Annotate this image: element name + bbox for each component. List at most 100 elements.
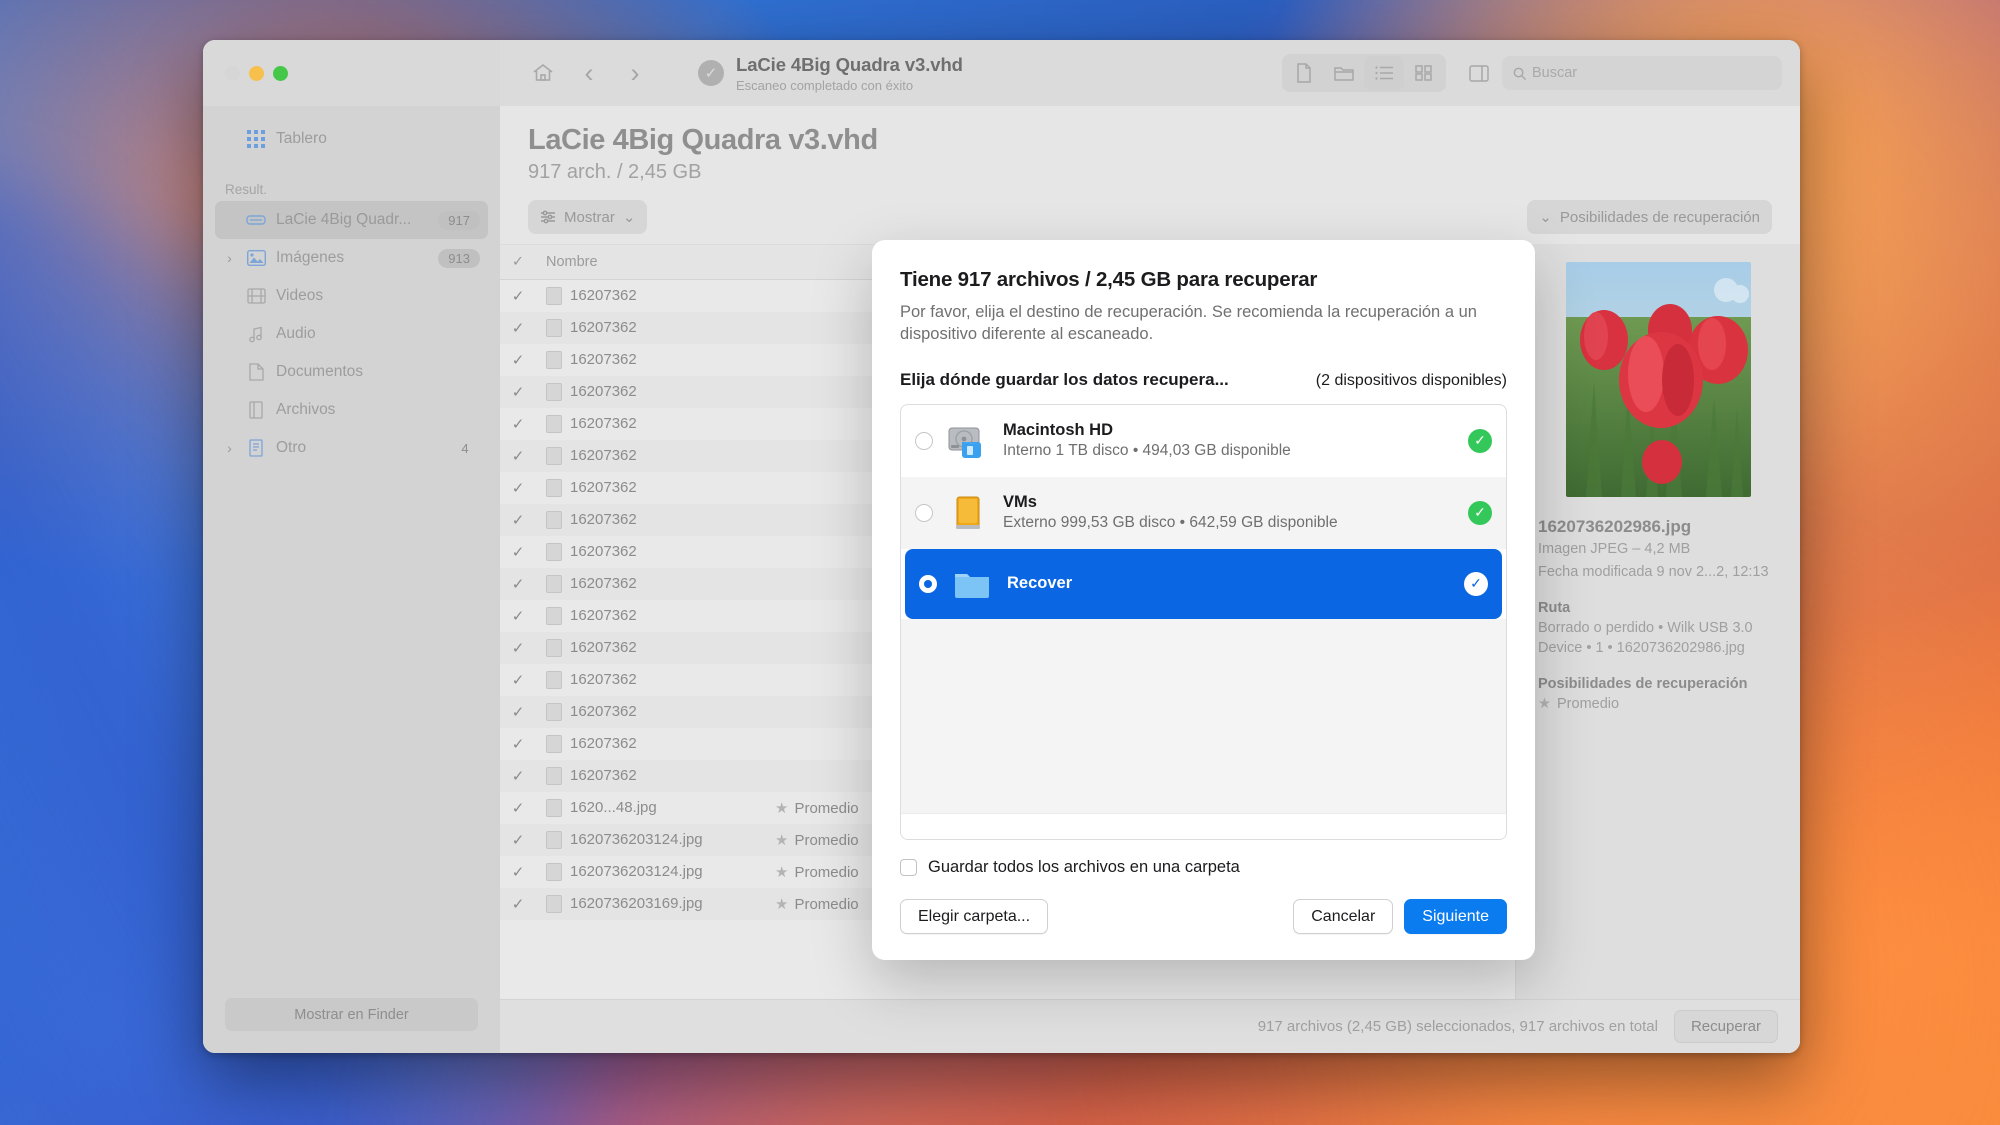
sidebar-item-audio[interactable]: Audio bbox=[215, 315, 488, 353]
close-button[interactable] bbox=[225, 65, 240, 81]
row-checkbox[interactable]: ✓ bbox=[500, 511, 536, 529]
home-icon[interactable] bbox=[522, 52, 564, 94]
toolbar: ‹ › ✓ LaCie 4Big Quadra v3.vhd Escaneo c… bbox=[500, 40, 1800, 106]
sidebar-item-archivos[interactable]: Archivos bbox=[215, 391, 488, 429]
row-checkbox[interactable]: ✓ bbox=[500, 767, 536, 785]
device-radio[interactable] bbox=[919, 574, 937, 593]
save-all-label: Guardar todos los archivos en una carpet… bbox=[928, 858, 1240, 876]
sidebar-toggle-icon[interactable] bbox=[1458, 52, 1500, 94]
row-checkbox[interactable]: ✓ bbox=[500, 287, 536, 305]
search-input[interactable]: Buscar bbox=[1502, 56, 1782, 90]
minimize-button[interactable] bbox=[249, 65, 264, 81]
sidebar-item-videos[interactable]: Videos bbox=[215, 277, 488, 315]
cell-name: 16207362 bbox=[536, 511, 775, 530]
row-checkbox[interactable]: ✓ bbox=[500, 799, 536, 817]
save-all-in-folder-row[interactable]: Guardar todos los archivos en una carpet… bbox=[900, 858, 1507, 877]
sidebar-item-label: Audio bbox=[276, 325, 316, 342]
dialog-devices-count: (2 dispositivos disponibles) bbox=[1315, 371, 1507, 389]
recover-button[interactable]: Recuperar bbox=[1673, 1010, 1778, 1043]
list-view-icon[interactable] bbox=[1364, 56, 1404, 90]
traffic-lights bbox=[203, 40, 500, 106]
cell-name: 16207362 bbox=[536, 543, 775, 562]
row-checkbox[interactable]: ✓ bbox=[500, 831, 536, 849]
document-view-icon[interactable] bbox=[1284, 56, 1324, 90]
device-row-macintosh-hd[interactable]: Macintosh HD Interno 1 TB disco • 494,03… bbox=[901, 405, 1506, 477]
gallery-view-icon[interactable] bbox=[1404, 56, 1444, 90]
row-checkbox[interactable]: ✓ bbox=[500, 447, 536, 465]
other-icon bbox=[245, 439, 267, 457]
file-type-icon bbox=[546, 543, 562, 562]
next-button[interactable]: Siguiente bbox=[1404, 899, 1507, 934]
preview-file-modified: Fecha modificada 9 nov 2...2, 12:13 bbox=[1538, 563, 1769, 580]
sidebar-item-imagenes[interactable]: › Imágenes 913 bbox=[215, 239, 488, 277]
file-type-icon bbox=[546, 767, 562, 786]
row-checkbox[interactable]: ✓ bbox=[500, 671, 536, 689]
preview-path-value: Borrado o perdido • Wilk USB 3.0 Device … bbox=[1538, 620, 1753, 656]
row-checkbox[interactable]: ✓ bbox=[500, 575, 536, 593]
row-checkbox[interactable]: ✓ bbox=[500, 863, 536, 881]
sidebar-item-label: Documentos bbox=[276, 363, 364, 380]
device-meta: Interno 1 TB disco • 494,03 GB disponibl… bbox=[1003, 442, 1291, 460]
recovery-possibilities-label: Posibilidades de recuperación bbox=[1559, 208, 1760, 226]
file-type-icon bbox=[546, 511, 562, 530]
internal-drive-icon bbox=[947, 420, 989, 462]
row-checkbox[interactable]: ✓ bbox=[500, 895, 536, 913]
row-checkbox[interactable]: ✓ bbox=[500, 415, 536, 433]
zoom-button[interactable] bbox=[273, 65, 288, 81]
cell-name: 16207362 bbox=[536, 639, 775, 658]
status-text: 917 archivos (2,45 GB) seleccionados, 91… bbox=[1257, 1018, 1658, 1035]
sidebar-item-label: Videos bbox=[276, 287, 324, 304]
toolbar-right-group: Buscar bbox=[1282, 52, 1782, 94]
show-in-finder-button[interactable]: Mostrar en Finder bbox=[225, 998, 478, 1031]
sidebar-item-lacie[interactable]: LaCie 4Big Quadr... 917 bbox=[215, 201, 488, 239]
select-all-checkbox[interactable]: ✓ bbox=[500, 254, 536, 270]
device-radio[interactable] bbox=[915, 503, 933, 522]
recovery-possibilities-chip[interactable]: ⌄ Posibilidades de recuperación bbox=[1527, 200, 1772, 234]
cancel-button[interactable]: Cancelar bbox=[1293, 899, 1394, 934]
sidebar-item-otro[interactable]: › Otro 4 bbox=[215, 429, 488, 467]
row-checkbox[interactable]: ✓ bbox=[500, 607, 536, 625]
folder-view-icon[interactable] bbox=[1324, 56, 1364, 90]
row-checkbox[interactable]: ✓ bbox=[500, 383, 536, 401]
cell-name: 16207362 bbox=[536, 319, 775, 338]
sidebar-item-documentos[interactable]: Documentos bbox=[215, 353, 488, 391]
search-placeholder: Buscar bbox=[1532, 65, 1578, 81]
row-checkbox[interactable]: ✓ bbox=[500, 543, 536, 561]
sidebar-item-label: Imágenes bbox=[276, 249, 345, 266]
file-type-icon bbox=[546, 639, 562, 658]
chevron-right-icon[interactable]: › bbox=[223, 250, 236, 266]
device-row-vms[interactable]: VMs Externo 999,53 GB disco • 642,59 GB … bbox=[901, 476, 1506, 549]
row-checkbox[interactable]: ✓ bbox=[500, 351, 536, 369]
dialog-primary-buttons: Cancelar Siguiente bbox=[1293, 899, 1507, 934]
device-text: Macintosh HD Interno 1 TB disco • 494,03… bbox=[1003, 421, 1454, 460]
row-checkbox[interactable]: ✓ bbox=[500, 479, 536, 497]
row-checkbox[interactable]: ✓ bbox=[500, 703, 536, 721]
row-checkbox[interactable]: ✓ bbox=[500, 639, 536, 657]
show-filter-button[interactable]: Mostrar ⌄ bbox=[528, 200, 648, 234]
device-name: Recover bbox=[1007, 574, 1073, 593]
device-status-ok-icon: ✓ bbox=[1468, 500, 1492, 525]
row-checkbox[interactable]: ✓ bbox=[500, 735, 536, 753]
device-row-recover[interactable]: Recover ✓ bbox=[905, 548, 1502, 619]
page-title: LaCie 4Big Quadra v3.vhd bbox=[528, 124, 878, 156]
file-type-icon bbox=[546, 479, 562, 498]
sidebar-item-dashboard[interactable]: Tablero bbox=[203, 120, 500, 158]
column-header-name[interactable]: Nombre bbox=[536, 254, 775, 270]
view-segmented-control bbox=[1282, 54, 1446, 92]
preview-possibility-heading: Posibilidades de recuperación bbox=[1538, 676, 1748, 693]
file-type-icon bbox=[546, 575, 562, 594]
device-radio[interactable] bbox=[915, 431, 933, 450]
preview-possibility-value: ★ Promedio bbox=[1538, 696, 1620, 713]
file-type-icon bbox=[546, 863, 562, 882]
choose-folder-button[interactable]: Elegir carpeta... bbox=[900, 899, 1049, 934]
row-checkbox[interactable]: ✓ bbox=[500, 319, 536, 337]
status-bar: 917 archivos (2,45 GB) seleccionados, 91… bbox=[500, 999, 1800, 1053]
device-meta: Externo 999,53 GB disco • 642,59 GB disp… bbox=[1003, 514, 1338, 532]
sidebar-item-label: Archivos bbox=[276, 401, 336, 418]
forward-icon[interactable]: › bbox=[614, 52, 656, 94]
back-icon[interactable]: ‹ bbox=[568, 52, 610, 94]
chevron-right-icon[interactable]: › bbox=[223, 440, 236, 456]
save-all-checkbox[interactable] bbox=[900, 859, 917, 876]
file-type-icon bbox=[546, 607, 562, 626]
cell-name: 16207362 bbox=[536, 607, 775, 626]
